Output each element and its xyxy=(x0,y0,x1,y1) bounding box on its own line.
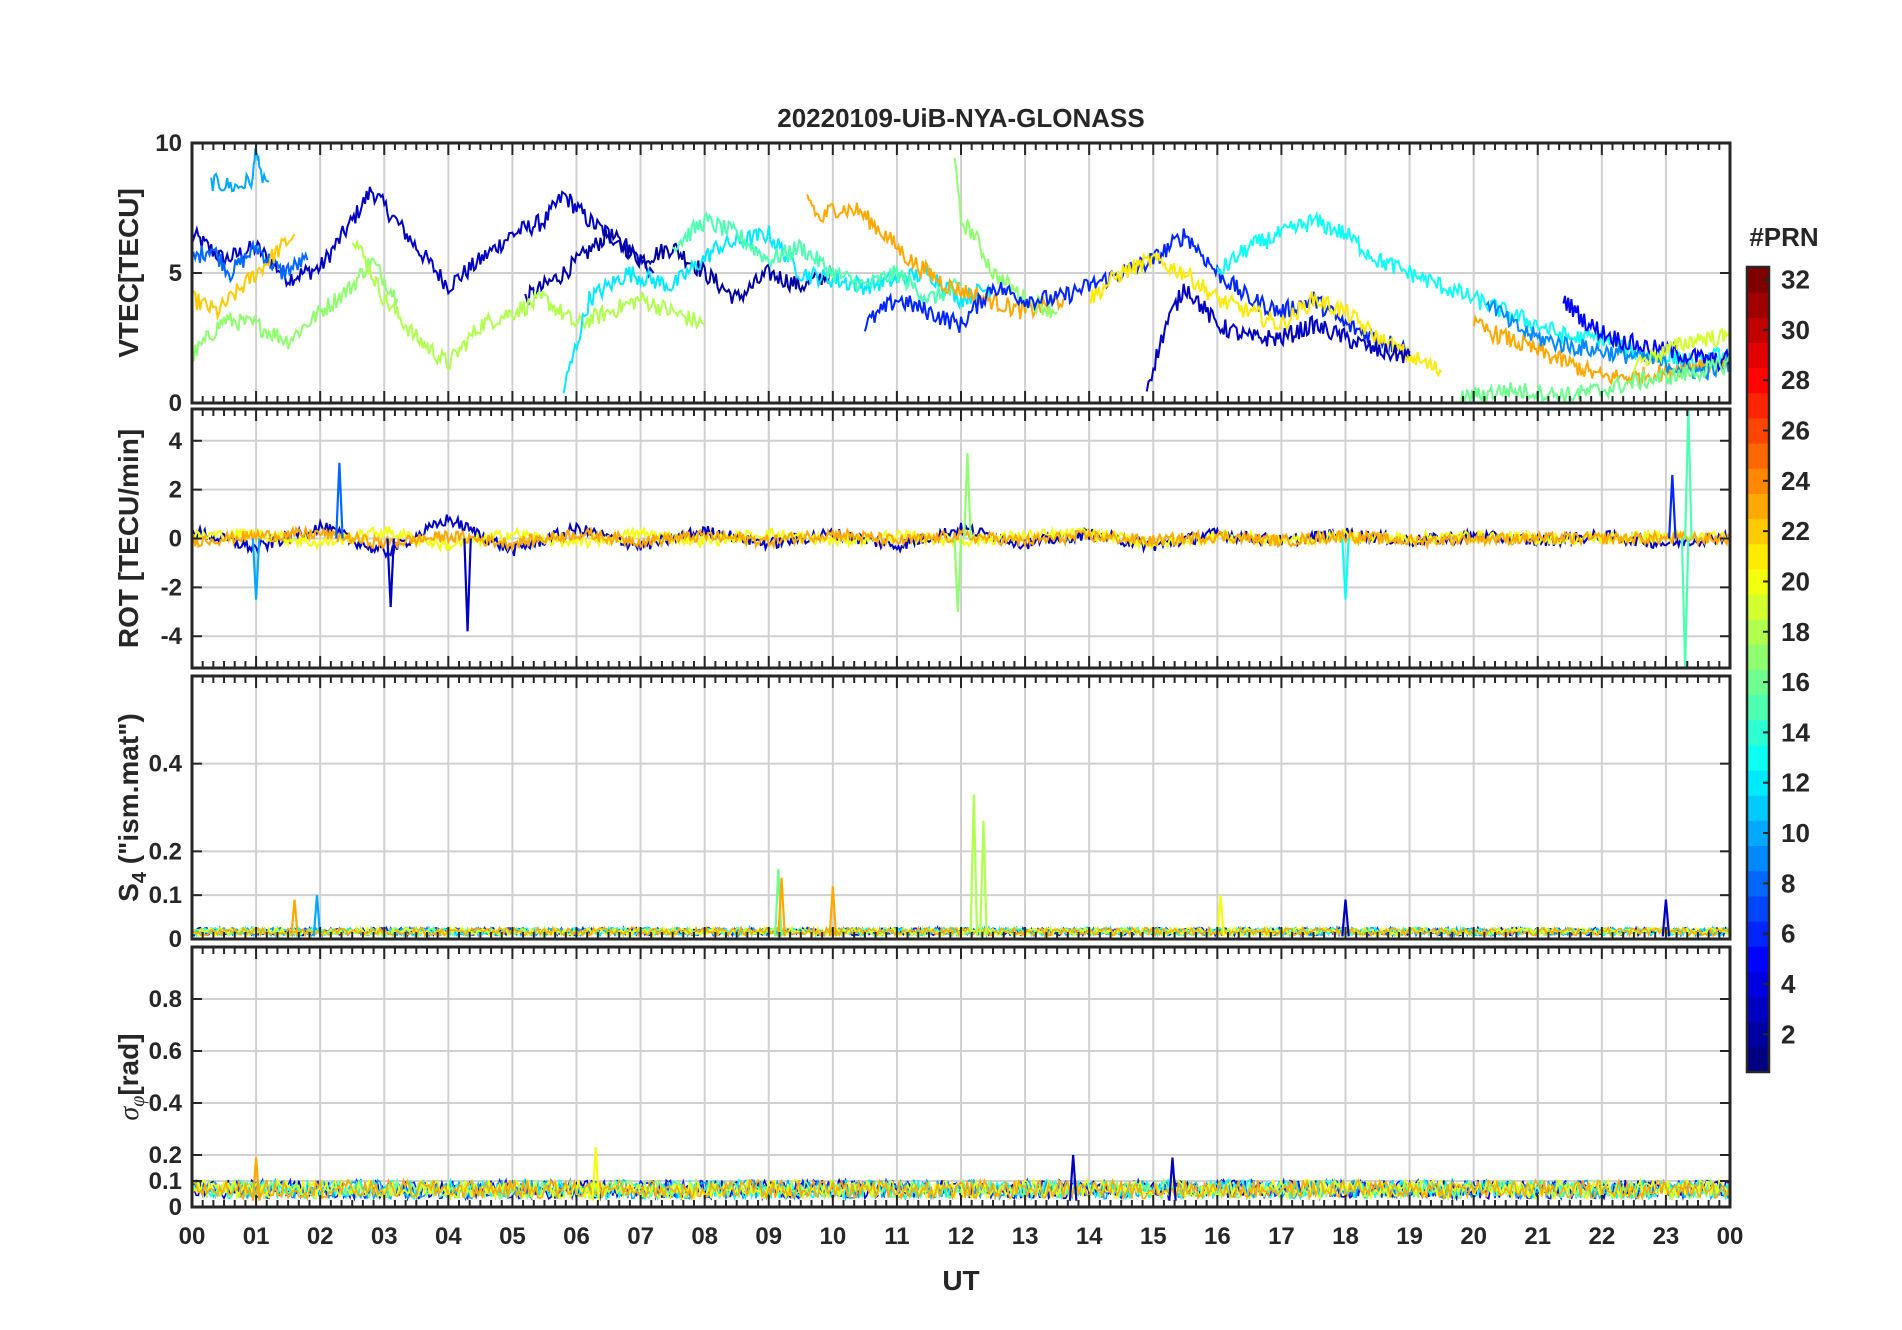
y-axis-label: σφ[rad] xyxy=(113,1033,149,1120)
colorbar-segment xyxy=(1747,744,1769,771)
y-tick-label: 2 xyxy=(169,477,182,504)
x-tick-label: 06 xyxy=(563,1223,590,1250)
y-tick-label: 4 xyxy=(169,428,183,455)
x-tick-label: 04 xyxy=(435,1223,462,1250)
y-tick-label: 0.6 xyxy=(149,1038,182,1065)
x-tick-label: 19 xyxy=(1396,1223,1423,1250)
x-tick-label: 02 xyxy=(307,1223,334,1250)
x-tick-label: 14 xyxy=(1076,1223,1103,1250)
x-tick-label: 10 xyxy=(819,1223,846,1250)
figure: 20220109-UiB-NYA-GLONASS 0510VTEC[TECU]-… xyxy=(0,0,1902,1330)
colorbar-segment xyxy=(1747,895,1769,922)
y-tick-label: -4 xyxy=(161,623,183,650)
x-tick-label: 08 xyxy=(691,1223,718,1250)
y-tick-label: 0 xyxy=(169,390,182,417)
colorbar-tick-label: 4 xyxy=(1781,969,1796,999)
y-tick-label: 0.2 xyxy=(149,838,182,865)
x-tick-label: 07 xyxy=(627,1223,654,1250)
chart-title: 20220109-UiB-NYA-GLONASS xyxy=(777,103,1145,133)
x-tick-label: 15 xyxy=(1140,1223,1167,1250)
colorbar-tick-label: 32 xyxy=(1781,265,1810,295)
colorbar-segment xyxy=(1747,946,1769,972)
colorbar-segment xyxy=(1747,594,1769,620)
x-tick-label: 17 xyxy=(1268,1223,1295,1250)
x-tick-label: 09 xyxy=(755,1223,782,1250)
colorbar-tick-label: 16 xyxy=(1781,667,1810,697)
x-tick-label: 11 xyxy=(884,1223,909,1250)
colorbar-tick-label: 8 xyxy=(1781,868,1795,898)
y-tick-label: 0.2 xyxy=(149,1142,182,1169)
colorbar-segment xyxy=(1747,443,1769,469)
colorbar-tick-label: 20 xyxy=(1781,566,1810,596)
x-tick-label: 18 xyxy=(1332,1223,1359,1250)
colorbar-tick-label: 26 xyxy=(1781,416,1810,446)
colorbar-tick-label: 2 xyxy=(1781,1019,1795,1049)
colorbar-tick-label: 28 xyxy=(1781,365,1810,395)
y-tick-label: 0.4 xyxy=(149,1090,183,1117)
colorbar-tick-label: 30 xyxy=(1781,315,1810,345)
y-tick-label: 0 xyxy=(169,926,182,953)
y-tick-label: 0.1 xyxy=(149,882,182,909)
y-tick-label: 10 xyxy=(155,130,182,157)
colorbar-segment xyxy=(1747,845,1769,872)
colorbar-segment xyxy=(1747,795,1769,821)
colorbar-segment xyxy=(1747,342,1769,369)
x-tick-label: 03 xyxy=(371,1223,398,1250)
x-tick-label: 23 xyxy=(1653,1223,1680,1250)
colorbar-tick-label: 10 xyxy=(1781,818,1810,848)
x-tick-label: 00 xyxy=(1717,1223,1744,1250)
y-axis-label: VTEC[TECU] xyxy=(113,188,144,358)
colorbar-tick-label: 24 xyxy=(1781,466,1810,496)
y-tick-label: 0.4 xyxy=(149,751,183,778)
colorbar-segment xyxy=(1747,493,1769,520)
colorbar-label: #PRN xyxy=(1749,222,1818,252)
colorbar-tick-label: 6 xyxy=(1781,919,1795,949)
x-tick-label: 21 xyxy=(1524,1223,1551,1250)
y-tick-label: 5 xyxy=(169,260,182,287)
x-tick-label: 00 xyxy=(179,1223,206,1250)
y-axis-label: ROT [TECU/min] xyxy=(113,429,144,648)
x-tick-label: 01 xyxy=(243,1223,270,1250)
colorbar-segment xyxy=(1747,292,1769,318)
y-tick-label: -2 xyxy=(161,574,182,601)
x-tick-label: 16 xyxy=(1204,1223,1231,1250)
x-axis-label: UT xyxy=(942,1265,979,1296)
y-tick-label: 0.1 xyxy=(149,1168,182,1195)
colorbar-segment xyxy=(1747,644,1769,670)
colorbar-segment xyxy=(1747,996,1769,1023)
colorbar-tick-label: 22 xyxy=(1781,516,1810,546)
y-tick-label: 0.8 xyxy=(149,986,182,1013)
y-tick-label: 0 xyxy=(169,526,182,553)
colorbar-tick-label: 12 xyxy=(1781,768,1810,798)
colorbar-segment xyxy=(1747,1046,1769,1073)
colorbar-segment xyxy=(1747,694,1769,721)
x-tick-label: 13 xyxy=(1012,1223,1039,1250)
colorbar-tick-label: 18 xyxy=(1781,617,1810,647)
x-tick-label: 05 xyxy=(499,1223,526,1250)
x-tick-label: 12 xyxy=(948,1223,975,1250)
colorbar-tick-label: 14 xyxy=(1781,717,1810,747)
colorbar-segment xyxy=(1747,543,1769,570)
y-tick-label: 0 xyxy=(169,1194,182,1221)
colorbar-segment xyxy=(1747,392,1769,419)
x-tick-label: 20 xyxy=(1460,1223,1487,1250)
x-tick-label: 22 xyxy=(1588,1223,1615,1250)
